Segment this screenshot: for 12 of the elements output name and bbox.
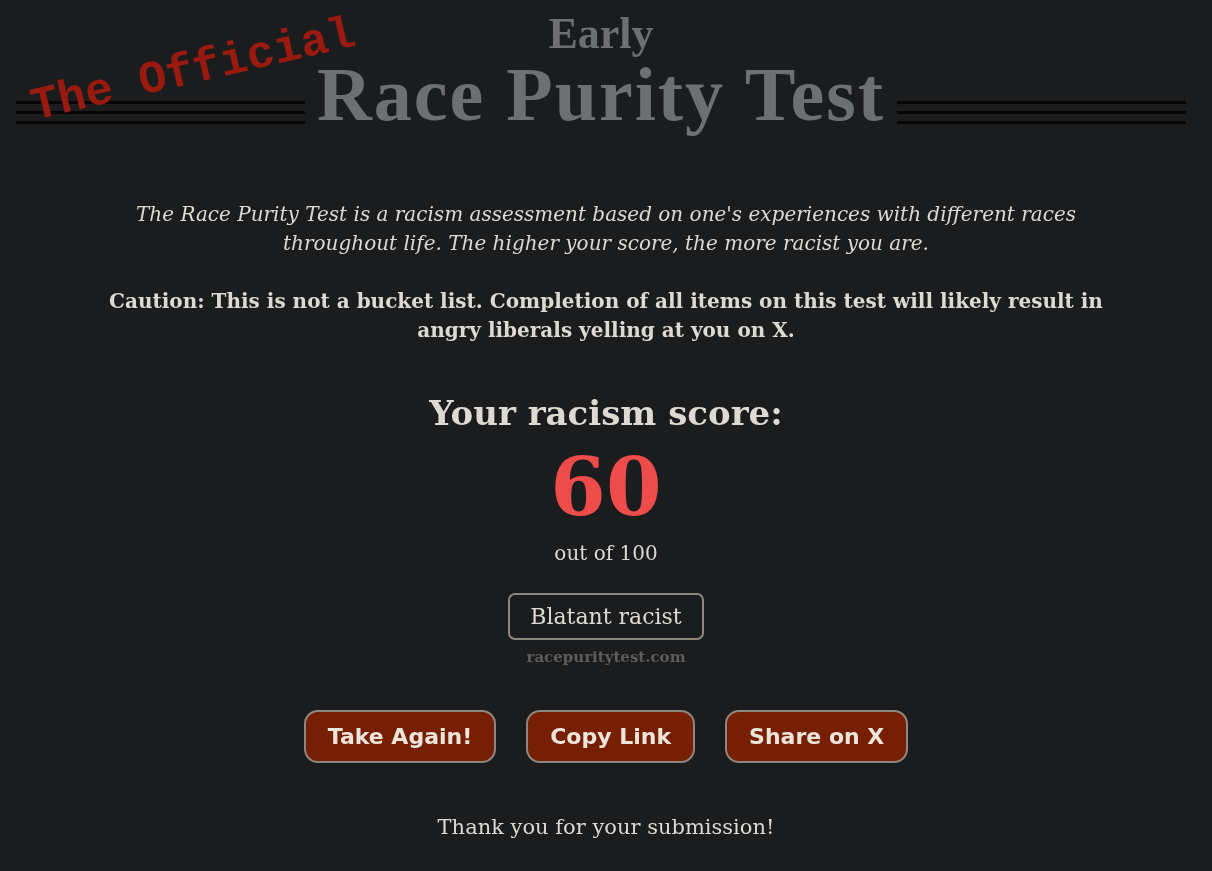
intro-text: The Race Purity Test is a racism assessment based on one's experiences with different races throughout life. The higher your score, the more racist you are.	[134, 201, 1078, 257]
score-total: out of 100	[553, 541, 659, 565]
thanks-text: Thank you for your submission!	[436, 815, 776, 839]
verdict-badge: Blatant racist	[508, 593, 704, 640]
score-value: 60	[549, 447, 663, 527]
score-heading: Your racism score:	[428, 393, 784, 433]
action-button[interactable]: Copy Link	[526, 710, 696, 763]
action-button[interactable]: Take Again!	[303, 710, 497, 763]
logo-prefix: Early	[548, 12, 654, 56]
caution-text: Caution: This is not a bucket list. Completion of all items on this test will likely result in angry liberals yelling at you on X.	[108, 288, 1104, 344]
action-button[interactable]: Share on X	[725, 710, 909, 763]
site-url: racepuritytest.com	[525, 648, 687, 666]
